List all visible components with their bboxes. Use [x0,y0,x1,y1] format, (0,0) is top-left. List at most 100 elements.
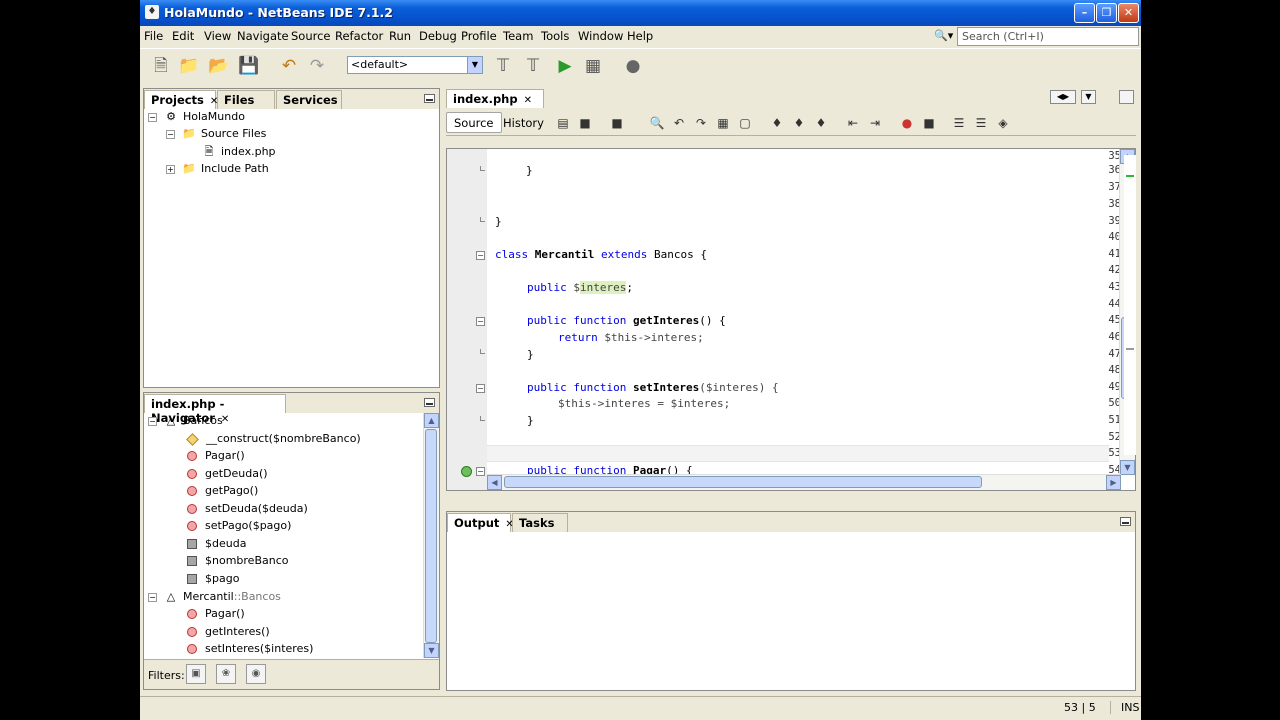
tab-index-php[interactable]: index.php ✕ [446,89,544,108]
nav-method-setdeuda[interactable]: setDeuda($deuda) [184,502,308,519]
show-opened-icon[interactable]: ▼ [1081,90,1096,104]
nav-method-pagar[interactable]: Pagar() [184,449,245,466]
diff-icon[interactable]: ◈ [994,114,1012,132]
fold-toggle[interactable]: − [476,317,485,326]
nav-constructor[interactable]: __construct($nombreBanco) [184,432,361,449]
scroll-left-icon[interactable]: ◀ [487,475,502,490]
menu-profile[interactable]: Profile [461,29,497,43]
scroll-down-icon[interactable]: ▼ [1120,460,1135,475]
forward-icon[interactable]: ■ [608,114,626,132]
fold-toggle[interactable]: − [476,467,485,476]
previous-bookmark-icon[interactable]: ♦ [768,114,786,132]
uncomment-icon[interactable]: ☰ [972,114,990,132]
filter-fields-icon[interactable]: ▣ [186,664,206,684]
menu-run[interactable]: Run [389,29,411,43]
tab-scroll-icon[interactable]: ◀▶ [1050,90,1076,104]
menu-source[interactable]: Source [291,29,331,43]
run-icon[interactable]: ▶ [554,55,576,77]
tab-projects[interactable]: Projects ✕ [144,90,218,109]
chevron-down-icon: ▼ [467,57,482,73]
minimize-panel-icon[interactable] [1120,517,1131,526]
toggle-highlight-icon[interactable]: ▦ [714,114,732,132]
last-edit-icon[interactable]: ▤ [554,114,572,132]
minimize-panel-icon[interactable] [424,94,435,103]
close-icon[interactable]: ✕ [524,95,532,106]
code-editor[interactable]: 35 36 37 38 39 40 41 42 43 44 45 46 47 4… [446,148,1136,491]
nav-method-setpago[interactable]: setPago($pago) [184,519,291,536]
nav-method-pagar-mercantil[interactable]: Pagar() [184,607,245,624]
fold-toggle[interactable]: − [476,251,485,260]
toggle-bookmark-icon[interactable]: ♦ [812,114,830,132]
navigator-scroll-thumb[interactable] [425,429,437,643]
nav-class-mercantil[interactable]: − △ Mercantil::Bancos [148,590,281,607]
profile-icon[interactable]: ● [622,55,644,77]
nav-method-getinteres[interactable]: getInteres() [184,625,270,642]
tree-item-include-path[interactable]: + 📁 Include Path [166,162,269,179]
find-previous-icon[interactable]: ↶ [670,114,688,132]
scroll-up-icon[interactable]: ▲ [424,413,439,428]
stop-macro-icon[interactable]: ■ [920,114,938,132]
debug-icon[interactable]: ▦ [582,55,604,77]
nav-method-setinteres[interactable]: setInteres($interes) [184,642,313,659]
filter-inherited-icon[interactable]: ❀ [216,664,236,684]
editor-hscroll-thumb[interactable] [504,476,982,488]
source-button[interactable]: Source [446,112,502,133]
menu-edit[interactable]: Edit [172,29,194,43]
menu-file[interactable]: File [144,29,163,43]
tab-tasks[interactable]: Tasks [512,513,568,532]
nav-field-deuda[interactable]: $deuda [184,537,246,554]
save-all-icon[interactable]: 💾 [238,55,260,77]
menu-tools[interactable]: Tools [541,29,569,43]
menu-refactor[interactable]: Refactor [335,29,383,43]
find-icon[interactable]: 🔍 [648,114,666,132]
clean-build-icon[interactable]: 𝕋 [522,55,544,77]
tab-files[interactable]: Files [217,90,275,109]
nav-field-nombrebanco[interactable]: $nombreBanco [184,554,288,571]
back-icon[interactable]: ■ [576,114,594,132]
tab-output[interactable]: Output ✕ [447,513,514,532]
menu-window[interactable]: Window [578,29,623,43]
menu-debug[interactable]: Debug [419,29,457,43]
tree-item-source-files[interactable]: − 📁 Source Files [166,127,266,144]
history-button[interactable]: History [495,112,552,133]
shift-right-icon[interactable]: ⇥ [866,114,884,132]
minimize-button[interactable]: – [1074,3,1095,23]
maximize-button[interactable]: ❐ [1096,3,1117,23]
new-project-icon[interactable]: 📁 [178,55,200,77]
filter-static-icon[interactable]: ◉ [246,664,266,684]
tree-item-index-php[interactable]: 🗎 index.php [201,145,276,162]
tree-item-project[interactable]: − ⚙ HolaMundo [148,110,245,127]
build-icon[interactable]: 𝕋 [492,55,514,77]
find-next-icon[interactable]: ↷ [692,114,710,132]
comment-icon[interactable]: ☰ [950,114,968,132]
override-annotation-icon[interactable] [461,466,472,477]
tab-services[interactable]: Services [276,90,342,109]
menu-view[interactable]: View [204,29,231,43]
nav-method-getdeuda[interactable]: getDeuda() [184,467,268,484]
menu-team[interactable]: Team [503,29,533,43]
nav-field-pago[interactable]: $pago [184,572,239,589]
close-button[interactable]: ✕ [1118,3,1139,23]
maximize-editor-icon[interactable] [1119,90,1134,104]
open-project-icon[interactable]: 📂 [208,55,230,77]
start-macro-icon[interactable]: ● [898,114,916,132]
fold-toggle[interactable]: − [476,384,485,393]
search-input[interactable]: 🔍▾ Search (Ctrl+I) [934,27,1139,46]
tab-navigator[interactable]: index.php - Navigator ✕ [144,394,286,425]
shift-left-icon[interactable]: ⇤ [844,114,862,132]
nav-method-getpago[interactable]: getPago() [184,484,258,501]
editor-horizontal-scrollbar[interactable]: ◀ ▶ [487,474,1121,490]
nav-class-bancos[interactable]: − △ Bancos [148,414,223,431]
next-bookmark-icon[interactable]: ♦ [790,114,808,132]
redo-icon[interactable]: ↷ [306,55,328,77]
scroll-down-icon[interactable]: ▼ [424,643,439,658]
config-select[interactable]: <default> ▼ [347,56,483,74]
undo-icon[interactable]: ↶ [278,55,300,77]
toggle-selection-icon[interactable]: ▢ [736,114,754,132]
scroll-right-icon[interactable]: ▶ [1106,475,1121,490]
minimize-panel-icon[interactable] [424,398,435,407]
navigator-scrollbar[interactable]: ▲ ▼ [423,413,439,658]
menu-navigate[interactable]: Navigate [237,29,289,43]
new-file-icon[interactable]: 🗎 [150,55,172,77]
menu-help[interactable]: Help [627,29,653,43]
